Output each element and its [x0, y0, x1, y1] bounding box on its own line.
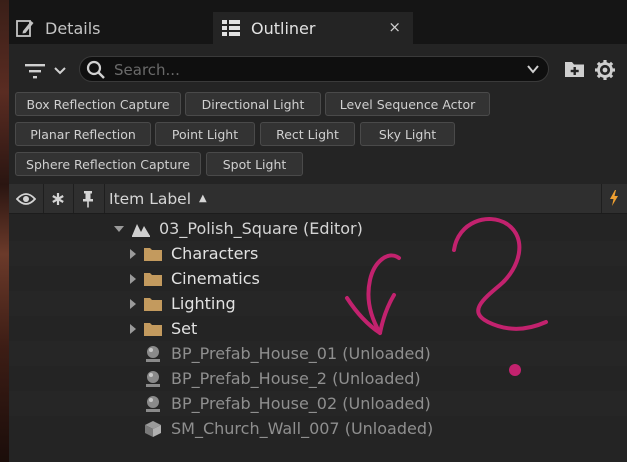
lightning-icon[interactable] — [609, 190, 619, 206]
tree-row-actor[interactable]: BP_Prefab_House_01 (Unloaded) — [9, 341, 627, 366]
actor-icon — [146, 345, 160, 362]
filter-icon — [25, 64, 45, 79]
column-divider — [601, 184, 602, 213]
actor-label: BP_Prefab_House_01 (Unloaded) — [171, 344, 431, 363]
actor-icon — [146, 395, 160, 412]
filter-chip-directional-light[interactable]: Directional Light — [185, 92, 321, 116]
tab-bar: Details Outliner × — [9, 0, 627, 44]
collapsed-arrow-icon[interactable] — [129, 248, 137, 260]
search-box[interactable] — [79, 56, 549, 82]
filter-chip-sphere-reflection-capture[interactable]: Sphere Reflection Capture — [15, 152, 201, 176]
actor-label: SM_Church_Wall_007 (Unloaded) — [171, 419, 434, 438]
outliner-tree: 03_Polish_Square (Editor) Characters Cin… — [9, 214, 627, 462]
tab-details-label: Details — [45, 18, 101, 38]
column-header: Item Label ▲ — [9, 184, 627, 214]
filter-chip-rect-light[interactable]: Rect Light — [260, 122, 355, 146]
filter-chip-spot-light[interactable]: Spot Light — [206, 152, 303, 176]
world-label: 03_Polish_Square (Editor) — [159, 219, 363, 238]
pin-icon — [83, 190, 93, 207]
gear-icon[interactable] — [594, 59, 616, 81]
tab-outliner-label: Outliner — [251, 18, 316, 38]
folder-icon — [144, 272, 162, 286]
tab-details[interactable]: Details — [15, 12, 215, 44]
visibility-column[interactable] — [11, 184, 41, 213]
folder-icon — [144, 322, 162, 336]
actor-icon — [146, 370, 160, 387]
add-folder-icon[interactable] — [564, 59, 586, 79]
collapsed-arrow-icon[interactable] — [129, 298, 137, 310]
world-icon — [132, 223, 150, 237]
collapsed-arrow-icon[interactable] — [129, 273, 137, 285]
filter-chip-sky-light[interactable]: Sky Light — [360, 122, 455, 146]
tree-row-actor[interactable]: BP_Prefab_House_02 (Unloaded) — [9, 391, 627, 416]
folder-icon — [144, 247, 162, 261]
tree-row-folder[interactable]: Lighting — [9, 291, 627, 316]
favorite-column[interactable] — [44, 184, 72, 213]
outliner-panel: Box Reflection Capture Directional Light… — [9, 44, 627, 462]
filter-chip-level-sequence-actor[interactable]: Level Sequence Actor — [325, 92, 490, 116]
filter-chip-point-light[interactable]: Point Light — [155, 122, 255, 146]
tree-row-folder[interactable]: Cinematics — [9, 266, 627, 291]
item-label-header: Item Label — [109, 189, 192, 208]
folder-label: Set — [171, 319, 198, 338]
collapsed-arrow-icon[interactable] — [129, 323, 137, 335]
folder-icon — [144, 297, 162, 311]
item-label-column[interactable]: Item Label ▲ — [109, 184, 207, 213]
tree-row-folder[interactable]: Set — [9, 316, 627, 341]
tree-row-actor[interactable]: SM_Church_Wall_007 (Unloaded) — [9, 416, 627, 441]
tab-outliner[interactable]: Outliner × — [213, 12, 413, 44]
expanded-arrow-icon[interactable] — [113, 223, 125, 235]
actor-label: BP_Prefab_House_02 (Unloaded) — [171, 394, 431, 413]
search-icon — [86, 60, 105, 79]
filter-chip-planar-reflection[interactable]: Planar Reflection — [15, 122, 151, 146]
outliner-list-icon — [222, 20, 240, 36]
search-dropdown-chevron-icon[interactable] — [526, 62, 540, 76]
filter-button[interactable] — [25, 61, 67, 81]
search-input[interactable] — [112, 59, 516, 81]
eye-icon — [16, 192, 36, 205]
pin-column[interactable] — [74, 184, 102, 213]
folder-label: Lighting — [171, 294, 236, 313]
tree-row-world[interactable]: 03_Polish_Square (Editor) — [9, 216, 627, 241]
tree-row-folder[interactable]: Characters — [9, 241, 627, 266]
column-divider — [104, 184, 105, 213]
chevron-down-icon — [54, 67, 66, 75]
folder-label: Characters — [171, 244, 259, 263]
star-icon — [52, 192, 64, 205]
filter-chip-box-reflection-capture[interactable]: Box Reflection Capture — [15, 92, 181, 116]
pencil-icon — [16, 20, 34, 37]
viewport-edge — [0, 0, 9, 462]
actor-label: BP_Prefab_House_2 (Unloaded) — [171, 369, 421, 388]
tree-row-actor[interactable]: BP_Prefab_House_2 (Unloaded) — [9, 366, 627, 391]
folder-label: Cinematics — [171, 269, 260, 288]
static-mesh-icon — [145, 420, 161, 437]
sort-ascending-icon: ▲ — [199, 193, 207, 204]
close-icon[interactable]: × — [388, 18, 401, 36]
